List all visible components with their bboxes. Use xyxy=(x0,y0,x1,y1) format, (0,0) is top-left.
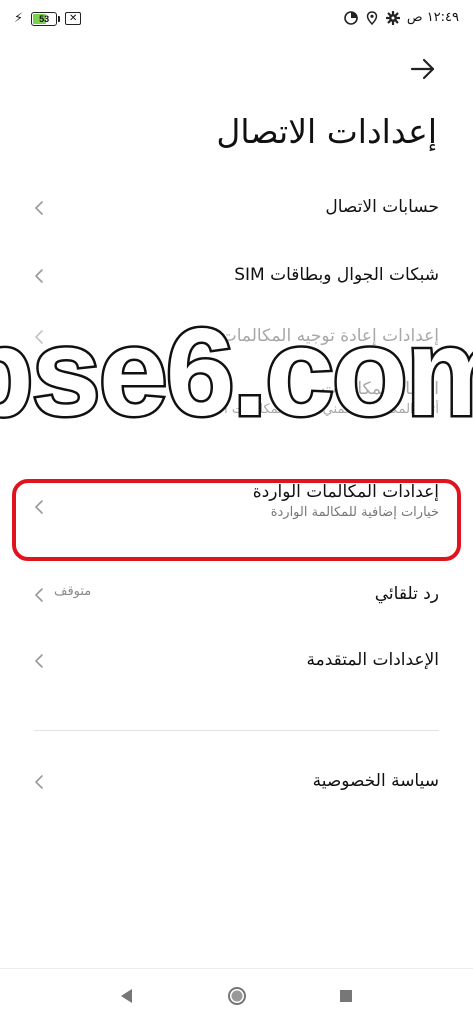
chevron-left-icon xyxy=(35,588,43,602)
battery-icon: 53 xyxy=(31,11,61,26)
chevron-left-icon xyxy=(35,775,43,789)
chevron-left-icon xyxy=(35,201,43,215)
status-time: ١٢:٤٩ ص xyxy=(406,10,459,25)
back-triangle-icon[interactable] xyxy=(116,985,138,1007)
incoming-calls-subtitle: خيارات إضافية للمكالمة الواردة xyxy=(270,505,439,520)
home-circle-icon[interactable] xyxy=(226,985,248,1007)
battery-level: 53 xyxy=(39,13,50,24)
watermark-text: bse6.com xyxy=(0,304,473,442)
settings-list: حسابات الاتصال شبكات الجوال وبطاقات SIM … xyxy=(0,170,473,817)
location-pin-icon xyxy=(366,10,378,25)
privacy-policy-item[interactable]: سياسة الخصوصية xyxy=(0,757,473,817)
no-sim-icon: ✕ xyxy=(65,12,82,25)
advanced-settings-item[interactable]: الإعدادات المتقدمة xyxy=(0,626,473,700)
auto-answer-label: رد تلقائي xyxy=(374,584,439,604)
page-title: إعدادات الاتصال xyxy=(216,112,437,151)
incoming-calls-label: إعدادات المكالمات الواردة xyxy=(252,482,439,502)
advanced-settings-label: الإعدادات المتقدمة xyxy=(306,650,439,670)
settings-gear-icon xyxy=(385,10,400,25)
status-bar: ⚡ 53 ✕ ١٢:٤٩ ص xyxy=(0,0,473,40)
watermark-logo: bse6.com xyxy=(0,302,473,445)
auto-answer-value: متوقف xyxy=(54,584,92,599)
call-accounts-item[interactable]: حسابات الاتصال xyxy=(0,170,473,240)
chevron-left-icon xyxy=(35,654,43,668)
chevron-left-icon xyxy=(35,269,43,283)
incoming-calls-item[interactable]: إعدادات المكالمات الواردة خيارات إضافية … xyxy=(0,456,473,560)
auto-answer-item[interactable]: رد تلقائي متوقف xyxy=(0,560,473,626)
section-divider xyxy=(34,730,439,731)
call-accounts-label: حسابات الاتصال xyxy=(325,197,439,217)
chevron-left-icon xyxy=(35,500,43,514)
charging-bolt-icon: ⚡ xyxy=(14,11,24,26)
mobile-networks-label: شبكات الجوال وبطاقات SIM xyxy=(234,265,439,285)
status-right-icons: ١٢:٤٩ ص xyxy=(344,10,459,25)
arrow-right-icon[interactable] xyxy=(409,55,437,83)
recents-square-icon[interactable] xyxy=(335,985,357,1007)
status-left-icons: ⚡ 53 ✕ xyxy=(14,11,82,26)
data-saver-icon xyxy=(344,10,358,25)
privacy-policy-label: سياسة الخصوصية xyxy=(312,771,439,791)
system-nav-bar xyxy=(0,968,473,1024)
